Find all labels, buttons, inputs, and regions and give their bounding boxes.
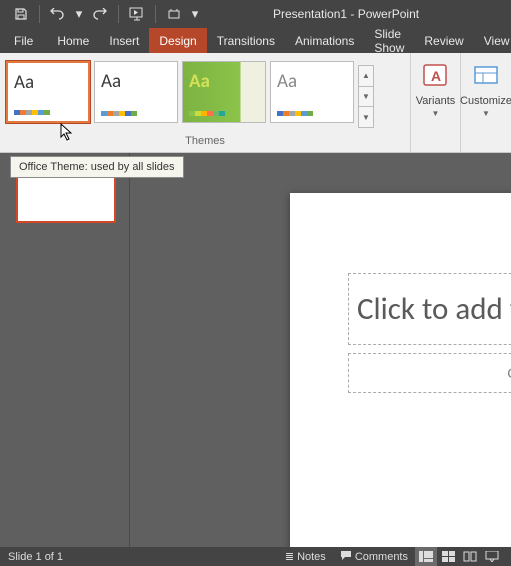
- gallery-scroll-down[interactable]: ▼: [358, 86, 374, 108]
- gallery-scroll-up[interactable]: ▲: [358, 65, 374, 87]
- comments-button[interactable]: Comments: [333, 547, 415, 566]
- start-from-beginning-button[interactable]: [122, 0, 152, 28]
- notes-icon: ≣: [285, 550, 294, 563]
- variants-label: Variants: [416, 95, 456, 107]
- slide-canvas[interactable]: Click to add title Click to add subtitle: [130, 153, 511, 547]
- ribbon-tabs: File Home Insert Design Transitions Anim…: [0, 28, 511, 53]
- qat-customize-dropdown[interactable]: ▾: [189, 0, 201, 28]
- themes-gallery: Aa Aa Aa Aa ▲ ▼ ▼: [4, 57, 406, 131]
- customize-icon: [469, 59, 503, 93]
- slide-thumbnail-panel: 1: [0, 153, 130, 547]
- theme-item-4[interactable]: Aa: [270, 61, 354, 123]
- quick-access-toolbar: ▾ ▾: [0, 0, 201, 28]
- theme-tooltip: Office Theme: used by all slides: [10, 156, 184, 178]
- undo-button[interactable]: [43, 0, 73, 28]
- title-placeholder[interactable]: Click to add title: [348, 273, 511, 345]
- undo-dropdown[interactable]: ▾: [73, 0, 85, 28]
- slideshow-view-button[interactable]: [481, 547, 503, 566]
- theme-item-2[interactable]: Aa: [94, 61, 178, 123]
- status-bar: Slide 1 of 1 ≣ Notes Comments: [0, 547, 511, 566]
- tab-review[interactable]: Review: [414, 28, 473, 53]
- variants-group[interactable]: A Variants ▼: [411, 53, 461, 152]
- tab-insert[interactable]: Insert: [99, 28, 149, 53]
- tab-view[interactable]: View: [474, 28, 511, 53]
- normal-view-button[interactable]: [415, 547, 437, 566]
- svg-text:A: A: [430, 68, 440, 84]
- themes-gallery-scroll: ▲ ▼ ▼: [358, 65, 374, 127]
- redo-button[interactable]: [85, 0, 115, 28]
- customize-group[interactable]: Customize ▼: [461, 53, 511, 152]
- theme-office[interactable]: Aa: [6, 61, 90, 123]
- variants-icon: A: [419, 59, 453, 93]
- notes-button[interactable]: ≣ Notes: [278, 547, 333, 566]
- tab-home[interactable]: Home: [47, 28, 99, 53]
- theme-facet[interactable]: Aa: [182, 61, 266, 123]
- gallery-more-button[interactable]: ▼: [358, 106, 374, 128]
- ribbon: Aa Aa Aa Aa ▲ ▼ ▼ Themes A: [0, 53, 511, 153]
- title-bar: ▾ ▾ Presentation1 - PowerPoint: [0, 0, 511, 28]
- tab-design[interactable]: Design: [149, 28, 206, 53]
- slide: Click to add title Click to add subtitle: [290, 193, 511, 547]
- comments-icon: [340, 550, 352, 564]
- subtitle-placeholder[interactable]: Click to add subtitle: [348, 353, 511, 393]
- save-button[interactable]: [6, 0, 36, 28]
- customize-label: Customize: [460, 95, 511, 107]
- touch-mouse-mode-button[interactable]: [159, 0, 189, 28]
- themes-group-label: Themes: [4, 131, 406, 149]
- tab-slideshow[interactable]: Slide Show: [364, 28, 414, 53]
- tab-transitions[interactable]: Transitions: [207, 28, 285, 53]
- slide-counter[interactable]: Slide 1 of 1: [8, 551, 278, 563]
- slide-sorter-view-button[interactable]: [437, 547, 459, 566]
- work-area: 1 Click to add title Click to add subtit…: [0, 153, 511, 547]
- window-title: Presentation1 - PowerPoint: [273, 7, 419, 21]
- reading-view-button[interactable]: [459, 547, 481, 566]
- tab-animations[interactable]: Animations: [285, 28, 364, 53]
- tab-file[interactable]: File: [0, 28, 47, 53]
